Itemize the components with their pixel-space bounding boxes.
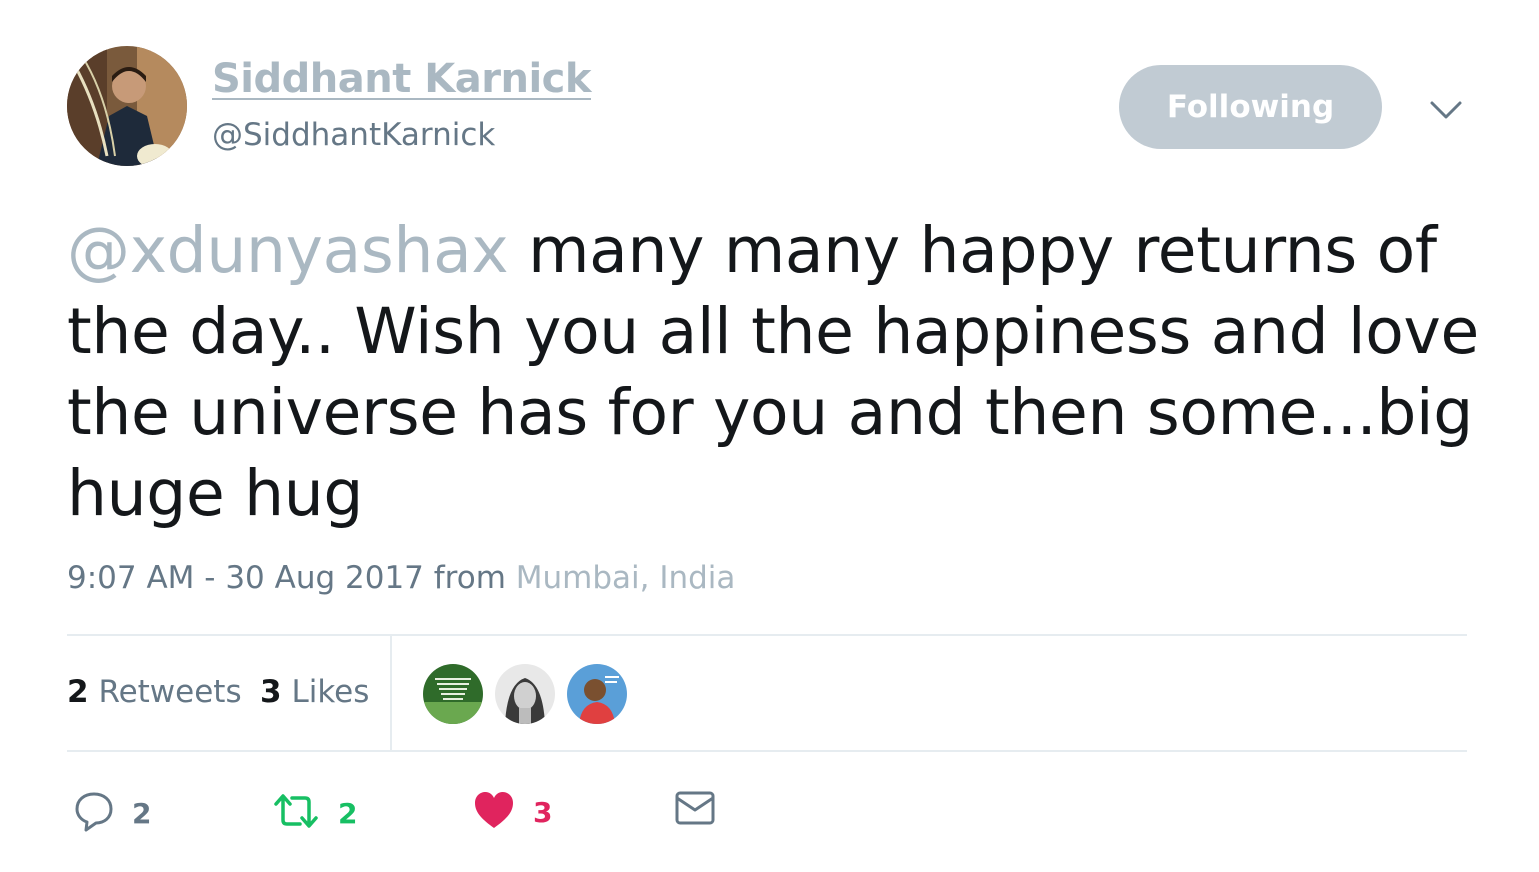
heart-icon[interactable] — [473, 790, 515, 834]
divider-bottom — [67, 750, 1467, 752]
direct-message-action[interactable] — [674, 790, 716, 830]
display-name[interactable]: Siddhant Karnick — [212, 56, 592, 102]
likes-count: 3 — [260, 674, 282, 710]
stats-divider — [390, 636, 392, 751]
location-link[interactable]: Mumbai, India — [516, 560, 736, 596]
like-count: 3 — [533, 795, 553, 829]
retweet-action[interactable]: 2 — [272, 790, 357, 836]
timestamp-text: 9:07 AM - 30 Aug 2017 from — [67, 560, 516, 596]
retweets-count: 2 — [67, 674, 89, 710]
likes-stat[interactable]: 3 Likes — [260, 674, 369, 710]
profile-avatar[interactable] — [67, 46, 187, 166]
reply-count: 2 — [132, 796, 152, 830]
following-button[interactable]: Following — [1119, 65, 1382, 149]
reply-action[interactable]: 2 — [74, 790, 151, 836]
liker-avatar[interactable] — [495, 664, 555, 724]
retweets-label: Retweets — [98, 674, 242, 710]
retweets-stat[interactable]: 2 Retweets — [67, 674, 242, 710]
retweet-count: 2 — [338, 796, 358, 830]
tweet-text: @xdunyashax many many happy returns of t… — [67, 210, 1487, 534]
user-handle: @SiddhantKarnick — [212, 117, 496, 153]
tweet-timestamp: 9:07 AM - 30 Aug 2017 from Mumbai, India — [67, 560, 735, 596]
envelope-icon[interactable] — [674, 790, 716, 830]
retweet-icon[interactable] — [272, 790, 320, 836]
likes-label: Likes — [291, 674, 370, 710]
chevron-down-icon[interactable] — [1428, 95, 1464, 125]
mention-link[interactable]: @xdunyashax — [67, 214, 509, 287]
reply-icon[interactable] — [74, 790, 114, 836]
like-action[interactable]: 3 — [473, 790, 552, 834]
liker-avatar[interactable] — [423, 664, 483, 724]
liker-avatar[interactable] — [567, 664, 627, 724]
divider-top — [67, 634, 1467, 636]
